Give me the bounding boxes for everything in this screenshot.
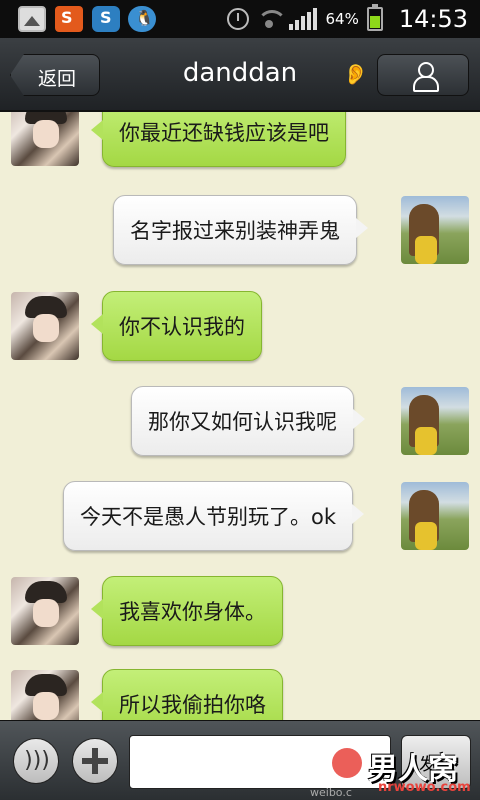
qq-icon: 🐧 <box>128 6 156 32</box>
voice-wave-icon: ))) <box>24 748 50 773</box>
my-avatar[interactable] <box>401 196 469 264</box>
status-bar: S S 🐧 64% 14:53 <box>0 0 480 38</box>
plus-icon <box>82 748 108 774</box>
outgoing-message-bubble[interactable]: 那你又如何认识我呢 <box>131 386 365 456</box>
incoming-message-bubble[interactable]: 你不认识我的 <box>91 291 262 361</box>
earpiece-icon[interactable]: 👂 <box>343 62 368 90</box>
profile-button[interactable] <box>377 54 469 96</box>
app-s-blue-icon: S <box>92 6 120 32</box>
battery-percent: 64% <box>325 10 359 28</box>
contact-avatar[interactable] <box>11 577 79 645</box>
battery-icon <box>366 4 383 31</box>
incoming-message-bubble[interactable]: 我喜欢你身体。 <box>91 576 283 646</box>
outgoing-message-bubble[interactable]: 名字报过来别装神弄鬼 <box>113 195 368 265</box>
incoming-message-bubble[interactable]: 所以我偷拍你咯 <box>91 669 283 720</box>
watermark-url: nrwowo.com <box>378 780 471 795</box>
watermark: 男人窝 nrwowo.com weibo.c <box>310 742 480 800</box>
gallery-icon <box>18 6 46 32</box>
signal-icon <box>289 8 318 30</box>
app-s-orange-icon: S <box>55 6 83 32</box>
alarm-icon <box>227 8 250 30</box>
contact-avatar[interactable] <box>11 112 79 166</box>
clock-time: 14:53 <box>398 5 468 33</box>
voice-button[interactable]: ))) <box>13 738 59 784</box>
my-avatar[interactable] <box>401 482 469 550</box>
wifi-icon <box>257 8 288 30</box>
message-list[interactable]: 你最近还缺钱应该是吧 名字报过来别装神弄鬼 你不认识我的 那你又如何认识我呢 今… <box>0 112 480 720</box>
person-icon <box>412 61 439 92</box>
attach-button[interactable] <box>72 738 118 784</box>
incoming-message-bubble[interactable]: 你最近还缺钱应该是吧 <box>91 112 346 167</box>
contact-avatar[interactable] <box>11 670 79 720</box>
watermark-logo: 男人窝 <box>320 742 480 787</box>
my-avatar[interactable] <box>401 387 469 455</box>
watermark-weibo-text: weibo.c <box>310 786 352 799</box>
contact-avatar[interactable] <box>11 292 79 360</box>
chat-header: 返回 danddan 👂 <box>0 38 480 112</box>
outgoing-message-bubble[interactable]: 今天不是愚人节别玩了。ok <box>63 481 365 551</box>
